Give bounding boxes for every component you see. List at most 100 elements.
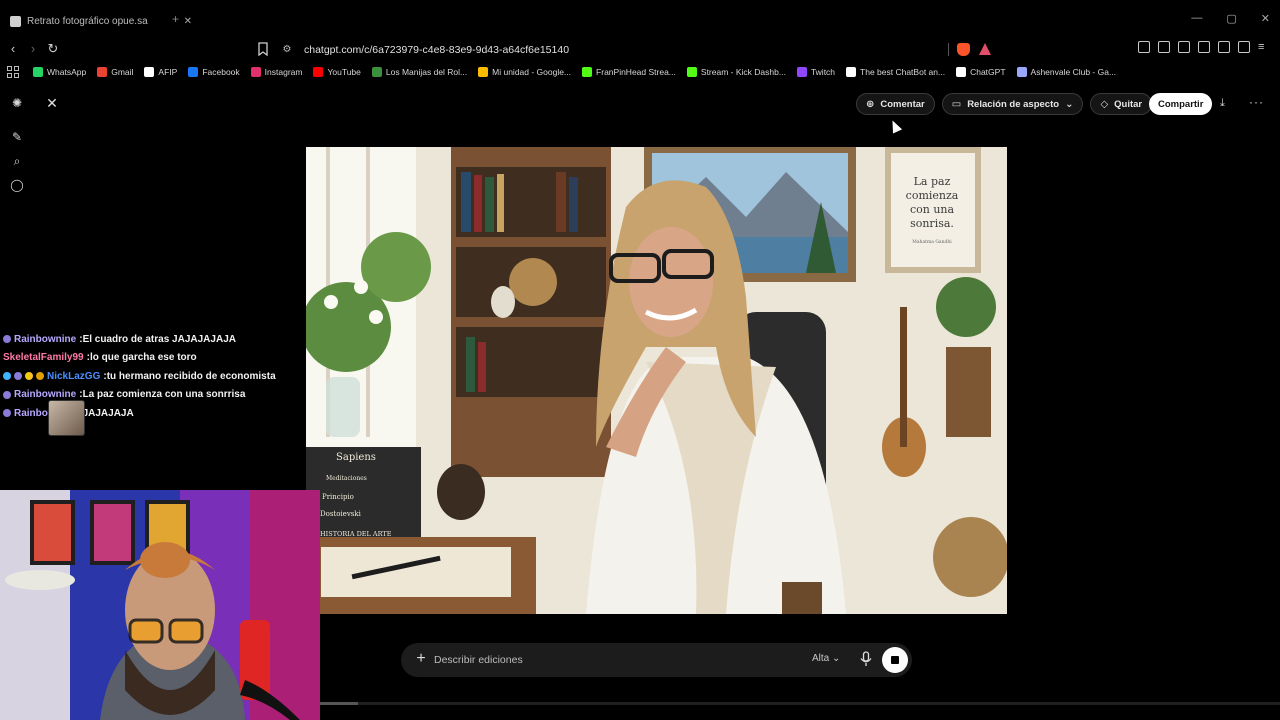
media-icon[interactable]	[1158, 41, 1170, 53]
bookmark-label: WhatsApp	[47, 67, 87, 77]
editor-actions: ⊕ Comentar ▭ Relación de aspecto ⌄ ◇ Qui…	[856, 93, 1153, 115]
chat-badge-icon	[3, 409, 11, 418]
aspect-ratio-icon: ▭	[951, 98, 962, 110]
download-icon[interactable]: ⤓	[1220, 97, 1225, 110]
chat-bubble-icon[interactable]: ◯	[10, 178, 24, 192]
bookmark-item[interactable]: The best ChatBot an...	[846, 67, 945, 77]
quality-selector[interactable]: Alta ⌄	[812, 653, 840, 664]
sidebar-icon[interactable]	[1178, 41, 1190, 53]
bookmark-item[interactable]: Facebook	[188, 67, 240, 77]
menu-icon[interactable]: ≡	[1258, 41, 1270, 53]
new-chat-icon[interactable]: ✎	[10, 130, 24, 144]
chevron-down-icon: ⌄	[1065, 98, 1074, 110]
bookmark-label: Facebook	[202, 67, 240, 77]
book-spine-2: Meditaciones	[326, 475, 367, 482]
reload-icon[interactable]: ↻	[45, 41, 61, 57]
bookmark-label: Mi unidad - Google...	[492, 67, 572, 77]
bookmark-label: YouTube	[327, 67, 361, 77]
browser-tab[interactable]: Retrato fotográfico opue.sa ✕	[4, 13, 198, 29]
remove-button[interactable]: ◇ Quitar	[1090, 93, 1153, 115]
share-button[interactable]: Compartir	[1149, 93, 1213, 115]
bookmark-item[interactable]: WhatsApp	[33, 67, 86, 77]
search-icon[interactable]: ⌕	[10, 154, 24, 168]
microphone-icon[interactable]	[859, 651, 873, 667]
bookmark-favicon-icon	[313, 67, 324, 77]
bookmark-label: AFIP	[158, 67, 178, 77]
bookmark-item[interactable]: Twitch	[796, 67, 836, 77]
bookmark-label: Gmail	[111, 67, 134, 77]
url-text: chatgpt.com/c/6a723979-c4e8-83e9-9d43-a6…	[304, 43, 570, 56]
bookmark-item[interactable]: AFIP	[144, 67, 177, 77]
wallet-icon[interactable]	[1198, 41, 1210, 53]
tab-strip: Retrato fotográfico opue.sa ✕ + — ▢ ✕	[0, 0, 1280, 38]
brave-shields-icon[interactable]	[957, 43, 970, 56]
close-editor-icon[interactable]: ✕	[45, 96, 59, 110]
bookmark-label: Twitch	[810, 67, 836, 77]
apps-grid-icon[interactable]	[7, 66, 19, 78]
chat-text: JAJAJAJA	[82, 407, 134, 419]
bookmark-label: FranPinHead Strea...	[596, 67, 676, 77]
bookmark-label: Ashenvale Club - Ga...	[1030, 67, 1117, 77]
bookmark-favicon-icon	[956, 67, 967, 77]
back-icon[interactable]: ‹	[5, 41, 21, 57]
leo-ai-icon[interactable]	[1218, 41, 1230, 53]
quality-label: Alta	[812, 653, 830, 664]
stop-generation-button[interactable]	[882, 647, 908, 673]
tab-close-icon[interactable]: ✕	[184, 16, 192, 27]
book-spine-1: Sapiens	[336, 452, 376, 463]
chat-text: El cuadro de atras JAJAJAJAJA	[82, 333, 236, 345]
window-close-icon[interactable]: ✕	[1261, 12, 1270, 25]
bookmark-page-icon[interactable]	[257, 42, 269, 56]
chat-badge-icon	[36, 372, 44, 381]
chat-message: SkeletalFamily99: lo que garcha ese toro	[3, 349, 303, 368]
extensions-area: ≡	[1138, 41, 1270, 53]
bookmark-label: Los Manijas del Rol...	[385, 67, 468, 77]
vpn-shield-icon[interactable]	[1238, 41, 1250, 53]
site-info-icon[interactable]: ⚙	[280, 43, 294, 57]
chat-badge-icon	[25, 372, 33, 381]
chat-badge-icon	[3, 335, 11, 344]
bookmark-item[interactable]: Instagram	[250, 67, 302, 77]
minimize-icon[interactable]: —	[1191, 12, 1202, 25]
bookmark-item[interactable]: FranPinHead Strea...	[582, 67, 676, 77]
url-divider	[948, 43, 949, 56]
chat-text: La paz comienza con una sonrrisa	[82, 389, 246, 401]
bookmark-item[interactable]: ChatGPT	[956, 67, 1006, 77]
new-tab-icon[interactable]: +	[172, 12, 179, 26]
bookmark-favicon-icon	[478, 67, 489, 77]
bookmark-item[interactable]: YouTube	[313, 67, 361, 77]
chatgpt-favicon-icon	[10, 15, 21, 27]
comment-label: Comentar	[880, 98, 925, 110]
add-attachment-icon[interactable]: +	[412, 650, 430, 668]
comment-button[interactable]: ⊕ Comentar	[856, 93, 935, 115]
quote-poster-text: La paz comienza con una sonrisa.	[905, 175, 959, 230]
extensions-icon[interactable]	[1138, 41, 1150, 53]
chat-text: tu hermano recibido de economista	[106, 370, 276, 382]
address-bar[interactable]: ⚙ chatgpt.com/c/6a723979-c4e8-83e9-9d43-…	[280, 40, 1000, 59]
chat-badge-icon	[14, 372, 22, 381]
chat-text: lo que garcha ese toro	[89, 352, 197, 364]
add-comment-icon: ⊕	[866, 98, 875, 110]
bookmark-item[interactable]: Los Manijas del Rol...	[371, 67, 468, 77]
forward-icon[interactable]: ›	[25, 41, 41, 57]
webcam-illustration	[0, 490, 320, 720]
brave-rewards-icon[interactable]	[979, 43, 991, 55]
bookmark-favicon-icon	[144, 67, 155, 77]
aspect-ratio-button[interactable]: ▭ Relación de aspecto ⌄	[941, 93, 1084, 115]
bookmark-item[interactable]: Gmail	[97, 67, 133, 77]
remove-label: Quitar	[1114, 98, 1143, 110]
bookmark-item[interactable]: Ashenvale Club - Ga...	[1016, 67, 1117, 77]
more-options-icon[interactable]: ···	[1249, 95, 1264, 109]
bookmark-item[interactable]: Stream - Kick Dashb...	[686, 67, 786, 77]
chatgpt-logo-icon[interactable]: ✺	[10, 96, 24, 110]
bookmark-item[interactable]: Mi unidad - Google...	[478, 67, 571, 77]
chat-username: Rainbownine	[14, 389, 77, 401]
chat-username: NickLazGG	[47, 370, 101, 382]
bookmark-favicon-icon	[97, 67, 108, 77]
maximize-icon[interactable]: ▢	[1226, 12, 1236, 25]
edit-description-input[interactable]	[434, 651, 794, 669]
chat-emote-image	[48, 400, 85, 436]
bookmark-label: Stream - Kick Dashb...	[700, 67, 786, 77]
chat-badge-icon	[3, 372, 11, 381]
bookmark-favicon-icon	[33, 67, 43, 77]
